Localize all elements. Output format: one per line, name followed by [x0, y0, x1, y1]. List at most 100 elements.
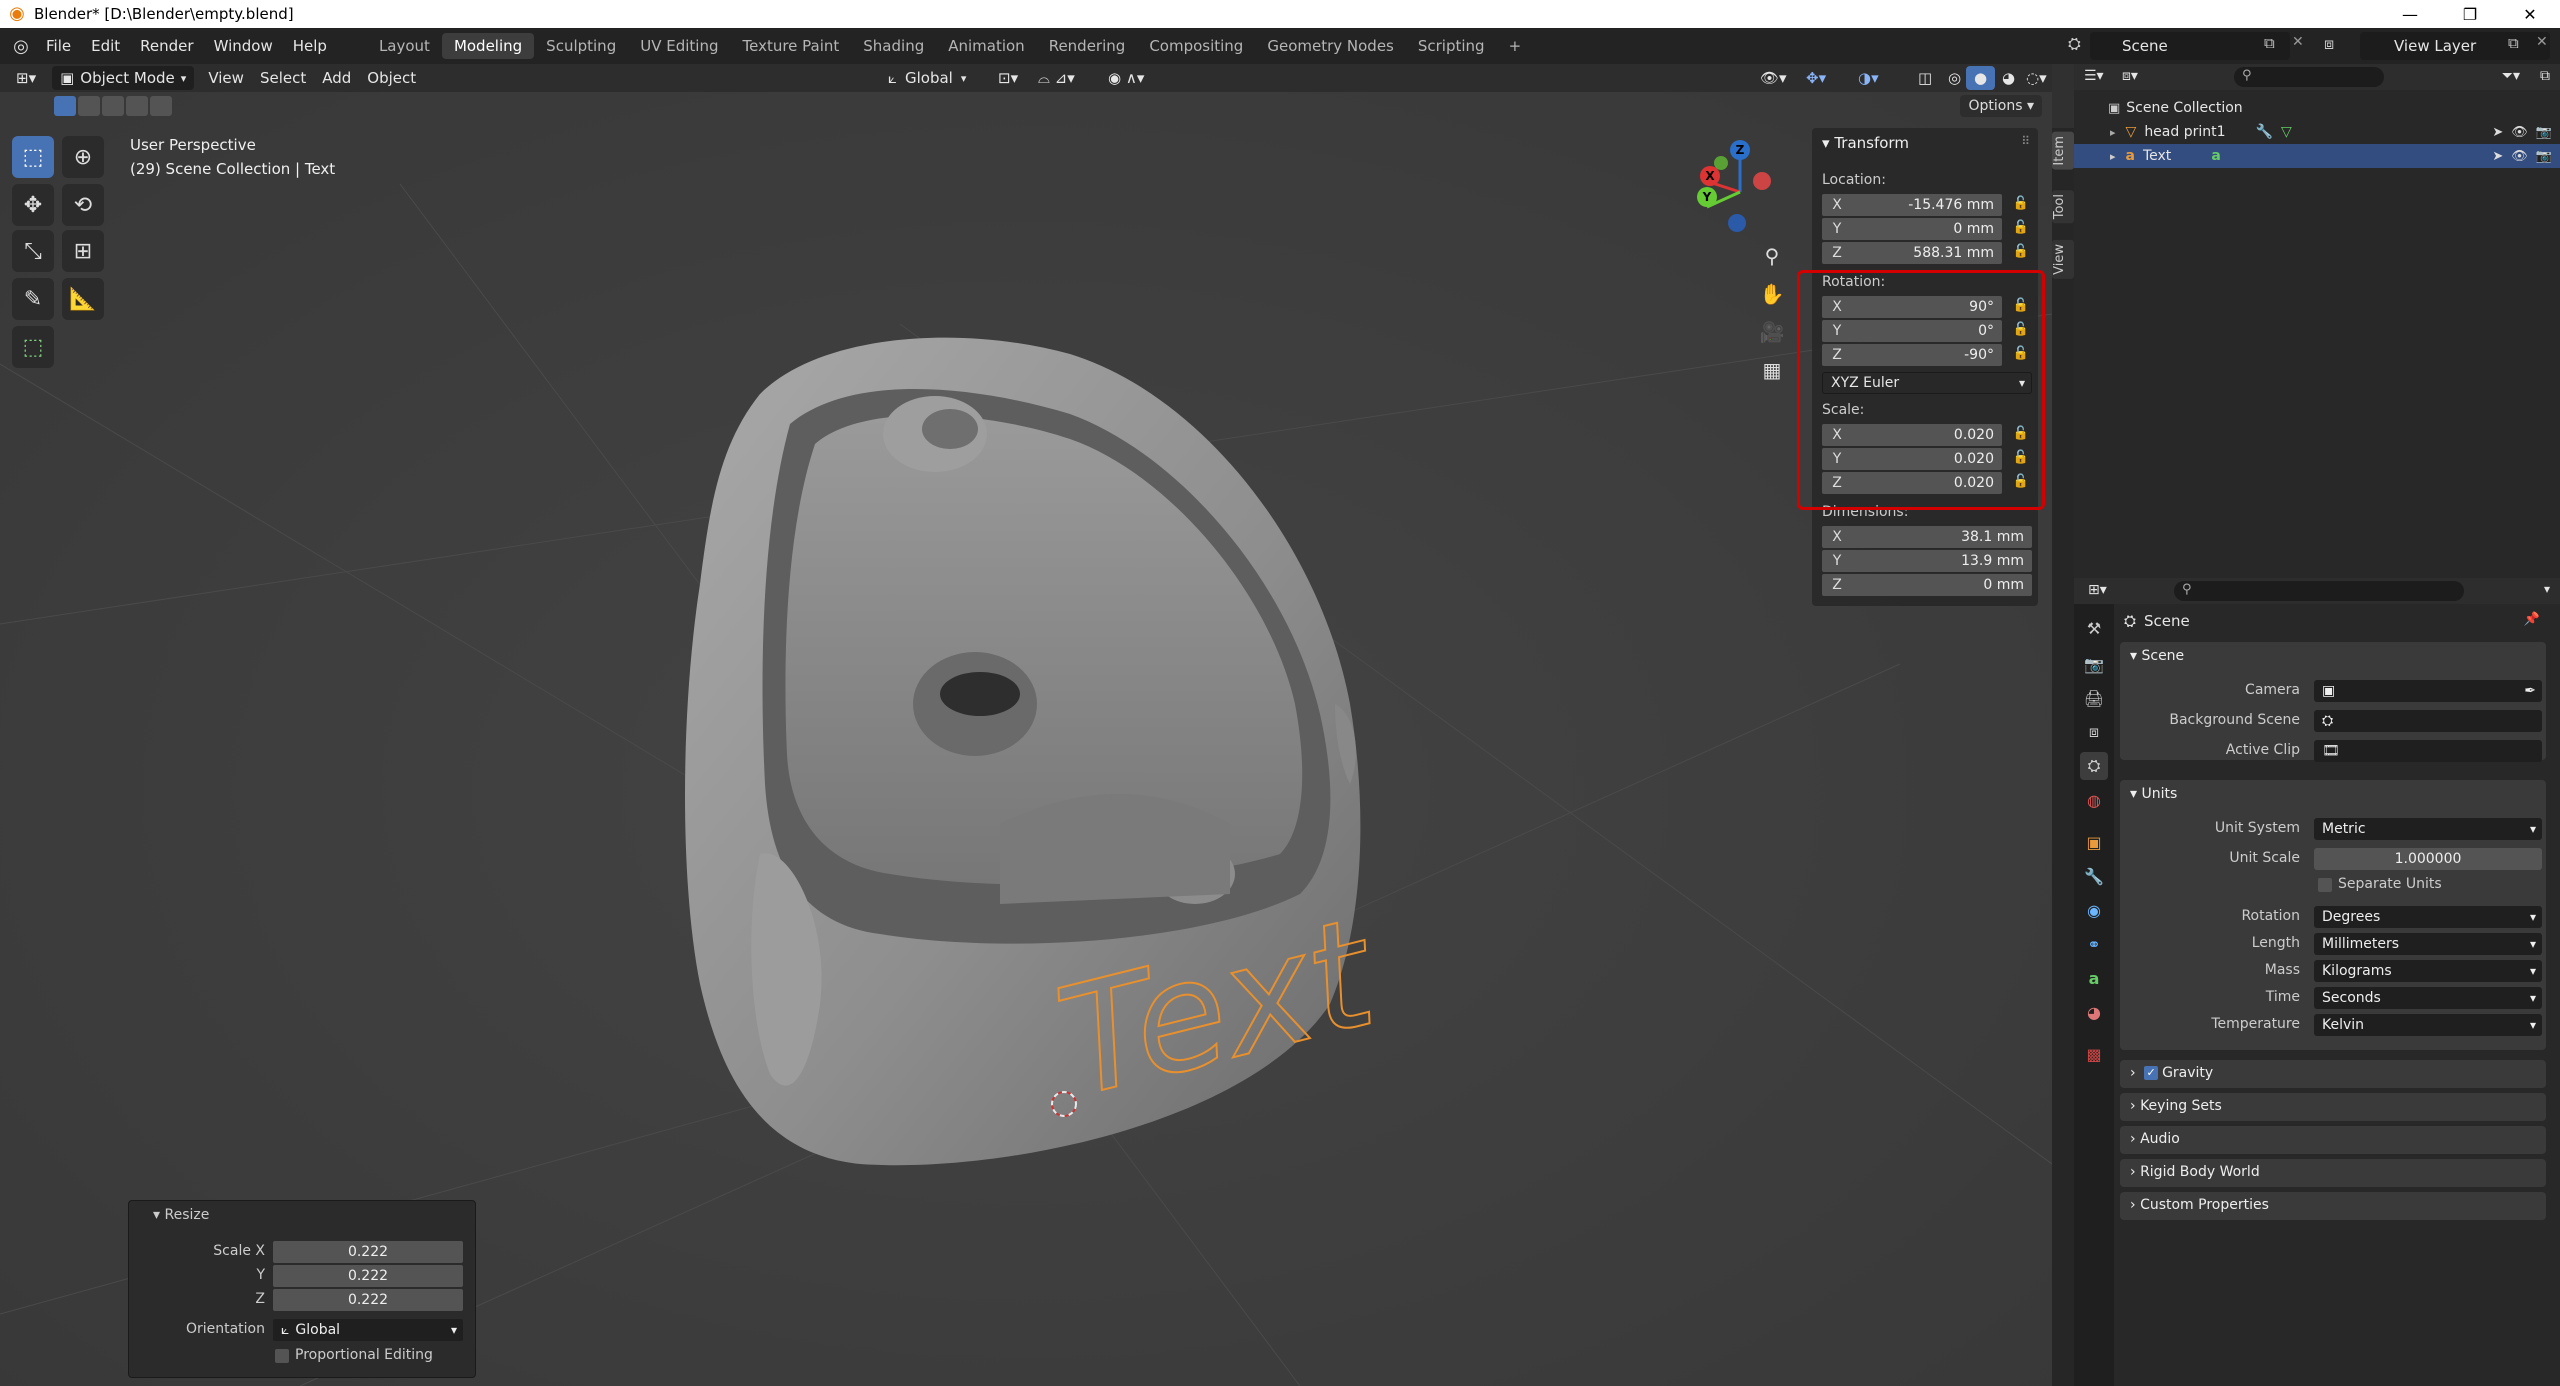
camera-view-icon[interactable]: 🎥	[1756, 316, 1788, 348]
chevron-down-icon[interactable]: ▾	[2544, 582, 2550, 596]
menu-view[interactable]: View	[200, 66, 252, 90]
tab-view[interactable]: View	[2052, 240, 2074, 279]
delete-scene-icon[interactable]: ✕	[2292, 34, 2304, 50]
mass-unit-select[interactable]: Kilograms ▾	[2314, 960, 2542, 982]
select-new-icon[interactable]	[54, 96, 76, 116]
properties-search-input[interactable]: ⚲	[2174, 581, 2464, 601]
gizmo-toggle-icon[interactable]: ✥▾	[1798, 66, 1834, 90]
rotate-tool[interactable]: ⟲	[62, 184, 104, 226]
keying-sets-section[interactable]: › Keying Sets	[2120, 1093, 2546, 1121]
pivot-point-icon[interactable]: ⊡▾	[990, 66, 1026, 90]
pin-icon[interactable]: 📌	[2524, 612, 2540, 627]
world-tab-icon[interactable]: ◍	[2080, 786, 2108, 814]
lock-icon[interactable]: 🔓	[2012, 196, 2030, 214]
3d-viewport[interactable]: Text ⊞▾ ▣ Object Mode ▾ View Select Add …	[0, 64, 2052, 1386]
outliner-editor-icon[interactable]: ☰▾	[2084, 68, 2104, 84]
grid-projection-icon[interactable]: ▦	[1756, 354, 1788, 386]
resize-scale-y-field[interactable]: 0.222	[273, 1265, 463, 1287]
overlay-toggle-icon[interactable]: ◑▾	[1850, 66, 1887, 90]
material-tab-icon[interactable]: ◕	[2080, 998, 2108, 1026]
new-scene-icon[interactable]: ⧉	[2264, 34, 2275, 52]
cursor-tool[interactable]: ⊕	[62, 136, 104, 178]
properties-editor-icon[interactable]: ⊞▾	[2088, 582, 2107, 598]
new-collection-icon[interactable]: ⧉	[2540, 68, 2550, 84]
menu-add[interactable]: Add	[314, 66, 359, 90]
rendered-shading-icon[interactable]: ◌▾	[2018, 66, 2052, 90]
eyedropper-icon[interactable]: ✒	[2524, 680, 2536, 702]
constraints-tab-icon[interactable]: ⚭	[2080, 930, 2108, 958]
visibility-eye-icon[interactable]: 👁	[2511, 125, 2528, 140]
resize-scale-z-field[interactable]: 0.222	[273, 1289, 463, 1311]
menu-edit[interactable]: Edit	[81, 33, 130, 59]
menu-select[interactable]: Select	[252, 66, 314, 90]
visibility-eye-icon[interactable]: 👁	[2511, 149, 2528, 164]
output-tab-icon[interactable]: 🖨	[2080, 684, 2108, 712]
tab-scripting[interactable]: Scripting	[1406, 33, 1497, 59]
modifier-tab-icon[interactable]: 🔧	[2080, 862, 2108, 890]
snap-icon[interactable]: ⌓ ⊿▾	[1030, 66, 1083, 90]
tab-compositing[interactable]: Compositing	[1137, 33, 1255, 59]
render-camera-icon[interactable]: 📷	[2536, 125, 2552, 140]
xray-toggle-icon[interactable]: ◫	[1910, 66, 1940, 90]
resize-scale-x-field[interactable]: 0.222	[273, 1241, 463, 1263]
measure-tool[interactable]: 📐	[62, 278, 104, 320]
minimize-button[interactable]: —	[2380, 0, 2440, 28]
close-button[interactable]: ✕	[2500, 0, 2560, 28]
editor-type-icon[interactable]: ⊞▾	[8, 66, 44, 90]
drag-handle-icon[interactable]: ⠿	[2021, 134, 2030, 148]
time-unit-select[interactable]: Seconds ▾	[2314, 987, 2542, 1009]
separate-units-checkbox[interactable]	[2318, 878, 2332, 892]
gizmo-neg-z-axis[interactable]	[1728, 214, 1746, 232]
scene-section-header[interactable]: ▾ Scene	[2130, 648, 2184, 664]
zoom-icon[interactable]: ⚲	[1756, 240, 1788, 272]
display-mode-icon[interactable]: ⧈▾	[2122, 68, 2138, 84]
menu-object[interactable]: Object	[359, 66, 424, 90]
custom-properties-section[interactable]: › Custom Properties	[2120, 1192, 2546, 1220]
lock-icon[interactable]: 🔓	[2012, 220, 2030, 238]
data-tab-icon[interactable]: a	[2080, 964, 2108, 992]
new-view-layer-icon[interactable]: ⧉	[2508, 34, 2519, 52]
tab-item[interactable]: Item	[2052, 132, 2074, 170]
pan-hand-icon[interactable]: ✋	[1756, 278, 1788, 310]
object-tab-icon[interactable]: ▣	[2080, 828, 2108, 856]
select-difference-icon[interactable]	[126, 96, 148, 116]
solid-shading-icon[interactable]: ●	[1966, 66, 1996, 90]
tab-texture-paint[interactable]: Texture Paint	[730, 33, 851, 59]
annotate-tool[interactable]: ✎	[12, 278, 54, 320]
dimensions-x-field[interactable]: X 38.1 mm	[1822, 526, 2032, 548]
tab-uv-editing[interactable]: UV Editing	[628, 33, 730, 59]
tab-layout[interactable]: Layout	[367, 33, 442, 59]
proportional-editing-checkbox[interactable]	[275, 1349, 289, 1363]
scale-tool[interactable]: ⤡	[12, 230, 54, 272]
physics-tab-icon[interactable]: ◉	[2080, 896, 2108, 924]
view-layer-tab-icon[interactable]: ⧈	[2080, 718, 2108, 746]
tab-geometry-nodes[interactable]: Geometry Nodes	[1255, 33, 1406, 59]
unit-scale-field[interactable]: 1.000000	[2314, 848, 2542, 870]
proportional-editing-icon[interactable]: ◉ ∧▾	[1100, 66, 1152, 90]
outliner-item-head-print1[interactable]: ▸ ▽ head print1 🔧 ▽ ➤ 👁 📷	[2074, 120, 2560, 144]
background-scene-field[interactable]: ⛭	[2314, 710, 2542, 732]
menu-window[interactable]: Window	[204, 33, 283, 59]
tab-tool[interactable]: Tool	[2052, 190, 2074, 224]
outliner-item-text[interactable]: ▸ a Text a ➤ 👁 📷	[2074, 144, 2560, 168]
units-section-header[interactable]: ▾ Units	[2130, 786, 2177, 802]
gizmo-neg-y-axis[interactable]	[1714, 156, 1728, 170]
camera-field[interactable]: ▣ ✒	[2314, 680, 2542, 702]
expand-arrow-icon[interactable]: ▸	[2110, 126, 2116, 139]
transform-panel-header[interactable]: ▾ Transform	[1822, 134, 1909, 152]
outliner-search-input[interactable]: ⚲	[2234, 67, 2384, 87]
outliner-scene-collection[interactable]: ▣ Scene Collection	[2074, 96, 2560, 120]
resize-panel-header[interactable]: ▾ Resize	[153, 1207, 209, 1223]
gizmo-y-axis[interactable]: Y	[1697, 187, 1717, 207]
select-arrow-icon[interactable]: ➤	[2492, 149, 2503, 164]
tool-tab-icon[interactable]: ⚒	[2080, 614, 2108, 642]
scene-tab-icon[interactable]: ⛭	[2080, 752, 2108, 780]
gizmo-neg-x-axis[interactable]	[1753, 172, 1771, 190]
expand-arrow-icon[interactable]: ▸	[2110, 150, 2116, 163]
options-dropdown[interactable]: Options ▾	[1960, 95, 2042, 117]
add-cube-tool[interactable]: ⬚	[12, 326, 54, 368]
filter-icon[interactable]: ⏷▾	[2502, 68, 2520, 84]
visibility-selector-icon[interactable]: 👁▾	[1752, 66, 1795, 90]
temperature-unit-select[interactable]: Kelvin ▾	[2314, 1014, 2542, 1036]
add-workspace-button[interactable]: +	[1497, 33, 1534, 59]
